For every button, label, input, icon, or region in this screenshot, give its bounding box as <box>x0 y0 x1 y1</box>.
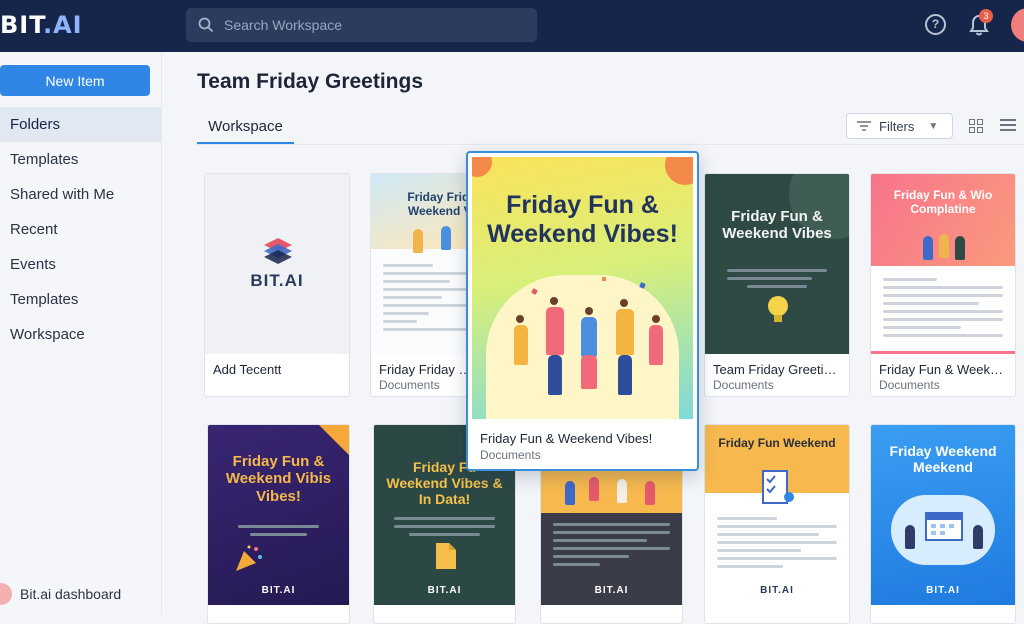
card-title: Friday Friday Gre <box>379 362 479 377</box>
user-avatar[interactable] <box>1011 8 1024 42</box>
document-card[interactable]: Friday Fun Weekend BIT.AI <box>704 424 850 624</box>
notification-badge: 3 <box>979 9 993 23</box>
card-logo-text: BIT.AI <box>427 585 462 596</box>
card-thumb-title: Friday Fun & Weekend Vibes <box>722 208 832 243</box>
tab-workspace[interactable]: Workspace <box>197 112 294 144</box>
card-title: Friday Fun & Weeken... <box>879 362 1009 377</box>
card-title: Team Friday Greeting... <box>713 362 843 377</box>
card-title: Add Tecentt <box>213 362 282 377</box>
card-thumbnail: Friday Fun & Weekend Vibes <box>705 174 849 354</box>
checklist-icon <box>762 470 794 504</box>
party-popper-icon <box>236 545 262 571</box>
logo-main-text: BIT <box>0 11 43 39</box>
document-card[interactable]: Friday Friday Weekend Vib Friday Friday … <box>370 173 480 397</box>
dashboard-label: Bit.ai dashboard <box>20 586 122 602</box>
card-subtitle: Documents <box>879 378 940 392</box>
document-icon <box>436 543 456 569</box>
card-thumbnail: BIT.AI <box>205 174 349 354</box>
logo-dot-text: .AI <box>42 11 83 39</box>
tab-divider <box>197 144 1024 145</box>
sidebar-item-folders[interactable]: Folders <box>0 107 162 142</box>
card-subtitle: Documents <box>480 448 541 462</box>
card-subtitle: Documents <box>713 378 774 392</box>
search-bar[interactable] <box>186 8 537 42</box>
new-item-button[interactable]: New Item <box>0 65 150 96</box>
list-view-icon[interactable] <box>1000 119 1016 133</box>
filters-label: Filters <box>879 118 915 134</box>
card-thumb-title: Friday Fun & Weekend Vibis Vibes! <box>225 453 332 505</box>
card-thumbnail: Friday Weekend Meekend BIT.AI <box>871 425 1015 605</box>
card-subtitle: Documents <box>379 378 440 392</box>
card-thumbnail: Friday Fun & Weekend Vibes! <box>472 157 693 419</box>
grid-view-icon[interactable] <box>969 119 983 133</box>
card-title: Friday Fun & Weekend Vibes! <box>480 431 653 446</box>
sidebar: New Item Folders Templates Shared with M… <box>0 52 162 614</box>
sidebar-nav: Folders Templates Shared with Me Recent … <box>0 107 162 352</box>
search-input[interactable] <box>224 17 504 33</box>
document-card[interactable]: Friday Fun & Wio Complatine Friday Fun &… <box>870 173 1016 397</box>
dashboard-link[interactable]: Bit.ai dashboard <box>0 574 162 614</box>
card-thumbnail: Friday Friday Weekend Vib <box>371 174 479 354</box>
document-card[interactable]: Friday Fun & Weekend Vibis Vibes! BIT.AI <box>207 424 350 624</box>
card-logo-text: BIT.AI <box>594 585 629 596</box>
sidebar-item-events[interactable]: Events <box>0 247 162 282</box>
chevron-down-icon: ▼ <box>928 120 939 132</box>
lightbulb-icon <box>768 296 788 322</box>
search-icon <box>198 17 214 33</box>
card-logo-text: BIT.AI <box>261 585 296 596</box>
document-card[interactable]: Friday Weekend Meekend BIT.AI <box>870 424 1016 624</box>
sidebar-item-workspace[interactable]: Workspace <box>0 317 162 352</box>
dashboard-avatar <box>0 583 12 605</box>
card-thumbnail: Friday Fun & Weekend Vibis Vibes! BIT.AI <box>208 425 349 605</box>
sidebar-item-shared-with-me[interactable]: Shared with Me <box>0 177 162 212</box>
bitai-logo-icon <box>264 238 292 264</box>
card-thumb-title: Friday Weekend Meekend <box>889 443 997 476</box>
filters-dropdown[interactable]: Filters ▼ <box>846 113 953 139</box>
card-thumb-title: Friday Fun & Weekend Vibes! <box>487 191 678 248</box>
card-thumb-title: Friday Fun & Wio Complatine <box>893 188 993 216</box>
help-icon[interactable]: ? <box>925 14 946 35</box>
card-thumb-title: Friday Fun Weekend <box>718 436 836 450</box>
calendar-icon <box>925 512 963 541</box>
top-bar: BIT.AI ? 3 <box>0 0 1024 52</box>
page-title: Team Friday Greetings <box>197 70 424 93</box>
card-logo-text: BIT.AI <box>760 585 794 596</box>
card-thumbnail: Friday Fun Weekend BIT.AI <box>705 425 849 605</box>
filter-icon <box>857 121 871 131</box>
document-card-selected[interactable]: Friday Fun & Weekend Vibes! Friday Fun &… <box>466 151 699 471</box>
card-logo-text: BIT.AI <box>926 585 960 596</box>
document-card[interactable]: BIT.AI Add Tecentt <box>204 173 350 397</box>
sidebar-item-templates[interactable]: Templates <box>0 142 162 177</box>
card-logo-text: BIT.AI <box>250 271 304 290</box>
app-logo[interactable]: BIT.AI <box>0 10 83 40</box>
sidebar-item-templates-2[interactable]: Templates <box>0 282 162 317</box>
card-thumbnail: Friday Fun & Wio Complatine <box>871 174 1015 354</box>
document-card[interactable]: Friday Fun & Weekend Vibes Team Friday G… <box>704 173 850 397</box>
sidebar-item-recent[interactable]: Recent <box>0 212 162 247</box>
